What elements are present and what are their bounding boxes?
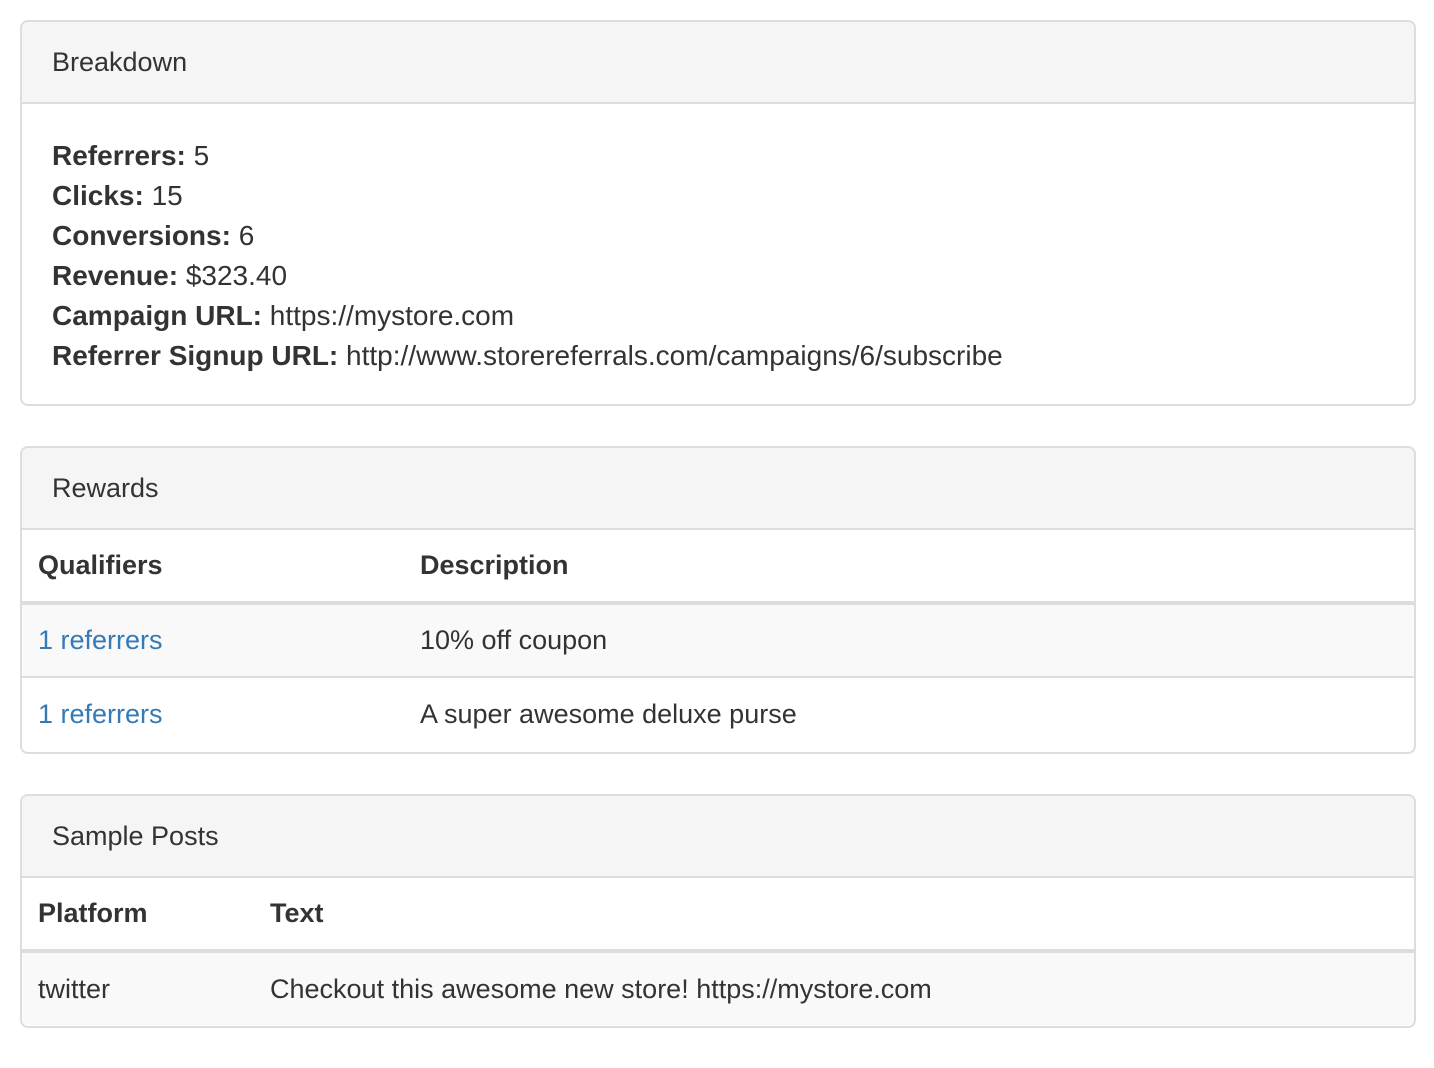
breakdown-panel-title: Breakdown — [22, 22, 1414, 104]
table-header-row: Qualifiers Description — [22, 530, 1414, 605]
stat-label: Campaign URL: — [52, 300, 262, 331]
column-header-qualifiers: Qualifiers — [22, 530, 404, 605]
sample-posts-panel-title: Sample Posts — [22, 796, 1414, 878]
stat-value: 5 — [193, 140, 210, 171]
qualifier-link[interactable]: 1 referrers — [38, 699, 163, 729]
table-header-row: Platform Text — [22, 878, 1414, 953]
table-row: 1 referrers 10% off coupon — [22, 603, 1414, 677]
stat-referrers: Referrers: 5 — [52, 136, 1384, 176]
column-header-description: Description — [404, 530, 1414, 605]
post-text-cell: Checkout this awesome new store! https:/… — [254, 951, 1414, 1025]
qualifier-link[interactable]: 1 referrers — [38, 625, 163, 655]
stat-clicks: Clicks: 15 — [52, 176, 1384, 216]
sample-posts-panel: Sample Posts Platform Text twitter Check… — [20, 794, 1416, 1028]
sample-posts-table: Platform Text twitter Checkout this awes… — [22, 878, 1414, 1025]
table-row: 1 referrers A super awesome deluxe purse — [22, 676, 1414, 751]
stat-value: $323.40 — [185, 260, 288, 291]
stat-label: Clicks: — [52, 180, 144, 211]
table-row: twitter Checkout this awesome new store!… — [22, 951, 1414, 1025]
stat-value: 15 — [151, 180, 183, 211]
stat-label: Referrers: — [52, 140, 186, 171]
description-cell: A super awesome deluxe purse — [404, 676, 1414, 751]
rewards-panel-title: Rewards — [22, 448, 1414, 530]
stat-value: http://www.storereferrals.com/campaigns/… — [346, 340, 1003, 371]
stat-revenue: Revenue: $323.40 — [52, 256, 1384, 296]
description-cell: 10% off coupon — [404, 603, 1414, 677]
rewards-panel: Rewards Qualifiers Description 1 referre… — [20, 446, 1416, 754]
column-header-platform: Platform — [22, 878, 254, 953]
stat-label: Revenue: — [52, 260, 179, 291]
platform-cell: twitter — [22, 951, 254, 1025]
column-header-text: Text — [254, 878, 1414, 953]
stat-label: Conversions: — [52, 220, 231, 251]
stat-value: https://mystore.com — [269, 300, 515, 331]
stat-label: Referrer Signup URL: — [52, 340, 339, 371]
stat-value: 6 — [238, 220, 255, 251]
breakdown-panel: Breakdown Referrers: 5 Clicks: 15 Conver… — [20, 20, 1416, 406]
stat-campaign-url: Campaign URL: https://mystore.com — [52, 296, 1384, 336]
stat-referrer-signup-url: Referrer Signup URL: http://www.storeref… — [52, 336, 1384, 376]
qualifier-cell: 1 referrers — [22, 603, 404, 677]
qualifier-cell: 1 referrers — [22, 676, 404, 751]
rewards-table: Qualifiers Description 1 referrers 10% o… — [22, 530, 1414, 751]
breakdown-stats: Referrers: 5 Clicks: 15 Conversions: 6 R… — [22, 104, 1414, 376]
stat-conversions: Conversions: 6 — [52, 216, 1384, 256]
